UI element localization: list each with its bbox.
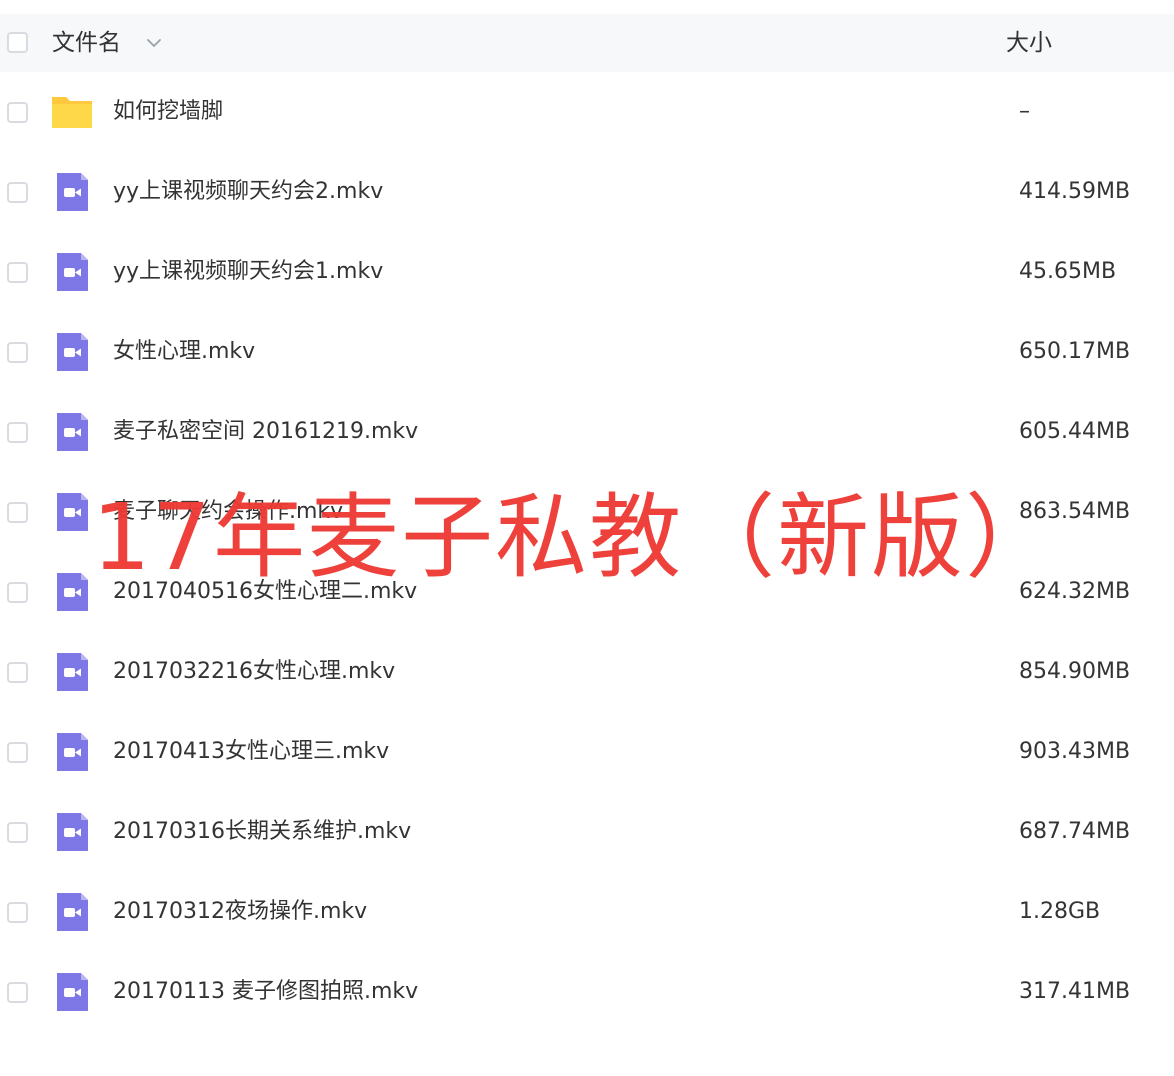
column-header-name[interactable]: 文件名 (52, 28, 121, 58)
video-file-icon (57, 173, 88, 211)
file-row[interactable]: 20170413女性心理三.mkv 903.43MB (0, 712, 1174, 792)
file-size: 1.28GB (1019, 899, 1101, 924)
row-checkbox[interactable] (7, 502, 28, 523)
file-row[interactable]: yy上课视频聊天约会2.mkv 414.59MB (0, 152, 1174, 232)
file-size: 605.44MB (1019, 419, 1131, 444)
file-name[interactable]: 20170413女性心理三.mkv (113, 736, 389, 768)
video-file-icon (57, 813, 88, 851)
file-row[interactable]: 20170312夜场操作.mkv 1.28GB (0, 872, 1174, 952)
row-checkbox[interactable] (7, 662, 28, 683)
row-checkbox[interactable] (7, 182, 28, 203)
file-name[interactable]: 如何挖墙脚 (113, 96, 223, 128)
video-file-icon (57, 573, 88, 611)
row-checkbox[interactable] (7, 582, 28, 603)
file-size: 687.74MB (1019, 819, 1131, 844)
row-checkbox[interactable] (7, 742, 28, 763)
file-size: 903.43MB (1019, 739, 1131, 764)
video-file-icon (57, 733, 88, 771)
row-checkbox[interactable] (7, 262, 28, 283)
row-checkbox[interactable] (7, 902, 28, 923)
video-file-icon (57, 973, 88, 1011)
file-row[interactable]: 2017032216女性心理.mkv 854.90MB (0, 632, 1174, 712)
file-size: 414.59MB (1019, 179, 1131, 204)
file-row[interactable]: 20170316长期关系维护.mkv 687.74MB (0, 792, 1174, 872)
red-overlay-title: 17年麦子私教（新版） (92, 484, 1060, 591)
file-size: 854.90MB (1019, 659, 1131, 684)
video-file-icon (57, 253, 88, 291)
row-checkbox[interactable] (7, 342, 28, 363)
file-row[interactable]: 女性心理.mkv 650.17MB (0, 312, 1174, 392)
file-name[interactable]: 20170316长期关系维护.mkv (113, 816, 411, 848)
file-list-page: 文件名 大小 如何挖墙脚 – yy上课视频聊天约会2.mkv 414.59MB (0, 0, 1174, 1076)
file-size: 650.17MB (1019, 339, 1131, 364)
row-checkbox[interactable] (7, 102, 28, 123)
file-name[interactable]: 20170113 麦子修图拍照.mkv (113, 976, 418, 1008)
video-file-icon (57, 413, 88, 451)
file-name[interactable]: 麦子私密空间 20161219.mkv (113, 416, 418, 448)
file-size: – (1019, 99, 1030, 124)
row-checkbox[interactable] (7, 982, 28, 1003)
file-name[interactable]: 20170312夜场操作.mkv (113, 896, 367, 928)
video-file-icon (57, 653, 88, 691)
video-file-icon (57, 893, 88, 931)
file-name[interactable]: 女性心理.mkv (113, 336, 255, 368)
chevron-down-icon[interactable] (145, 34, 163, 52)
video-file-icon (57, 333, 88, 371)
row-checkbox[interactable] (7, 422, 28, 443)
row-checkbox[interactable] (7, 822, 28, 843)
file-row[interactable]: 麦子私密空间 20161219.mkv 605.44MB (0, 392, 1174, 472)
file-list-header: 文件名 大小 (0, 14, 1174, 72)
file-name[interactable]: yy上课视频聊天约会2.mkv (113, 176, 383, 208)
file-name[interactable]: yy上课视频聊天约会1.mkv (113, 256, 383, 288)
file-name[interactable]: 2017032216女性心理.mkv (113, 656, 395, 688)
file-size: 45.65MB (1019, 259, 1117, 284)
file-row[interactable]: 如何挖墙脚 – (0, 72, 1174, 152)
file-row[interactable]: 20170113 麦子修图拍照.mkv 317.41MB (0, 952, 1174, 1032)
folder-icon (52, 97, 92, 128)
column-header-size[interactable]: 大小 (1006, 28, 1052, 58)
file-size: 317.41MB (1019, 979, 1131, 1004)
video-file-icon (57, 493, 88, 531)
select-all-checkbox[interactable] (7, 32, 28, 53)
file-row[interactable]: yy上课视频聊天约会1.mkv 45.65MB (0, 232, 1174, 312)
